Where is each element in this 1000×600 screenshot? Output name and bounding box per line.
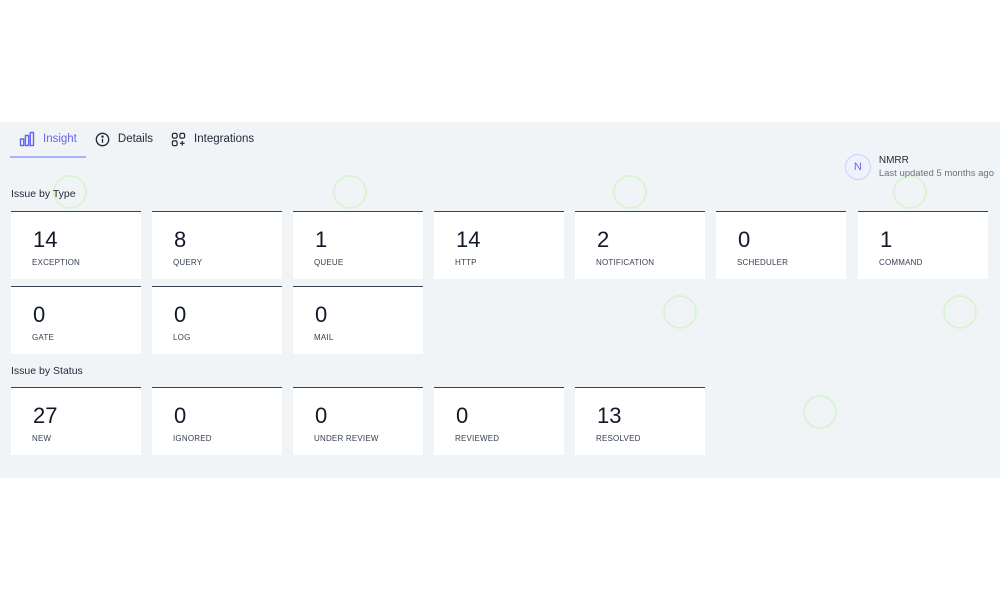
stat-label: COMMAND — [879, 258, 923, 267]
tab-insight-label: Insight — [43, 133, 77, 145]
stat-value: 0 — [174, 302, 187, 327]
stat-value: 0 — [738, 227, 751, 252]
tab-bar: Insight Details Integrations — [10, 122, 263, 158]
stat-value: 0 — [33, 302, 46, 327]
stat-value: 27 — [33, 403, 58, 428]
stat-label: EXCEPTION — [32, 258, 81, 267]
info-icon — [95, 132, 110, 147]
stat-card-new[interactable]: 27 NEW — [11, 387, 141, 455]
stat-label: GATE — [32, 333, 54, 342]
stat-label: QUERY — [173, 258, 203, 267]
tab-details[interactable]: Details — [86, 122, 162, 158]
tab-details-label: Details — [117, 133, 154, 145]
stat-card-exception[interactable]: 14 EXCEPTION — [11, 211, 141, 279]
user-name: NMRR — [878, 155, 909, 166]
stat-value: 0 — [174, 403, 187, 428]
stat-value: 0 — [315, 403, 328, 428]
stat-card-mail[interactable]: 0 MAIL — [293, 286, 423, 354]
stat-label: NOTIFICATION — [596, 258, 655, 267]
stat-label: HTTP — [455, 258, 477, 267]
tab-insight[interactable]: Insight — [10, 122, 86, 158]
stat-card-ignored[interactable]: 0 IGNORED — [152, 387, 282, 455]
stat-card-queue[interactable]: 1 QUEUE — [293, 211, 423, 279]
stat-label: REVIEWED — [455, 434, 500, 443]
stat-value: 2 — [597, 227, 610, 252]
stat-label: IGNORED — [173, 434, 212, 443]
stat-card-scheduler[interactable]: 0 SCHEDULER — [716, 211, 846, 279]
stat-label: MAIL — [314, 333, 334, 342]
stat-card-command[interactable]: 1 COMMAND — [858, 211, 988, 279]
stat-value: 1 — [315, 227, 328, 252]
stat-card-log[interactable]: 0 LOG — [152, 286, 282, 354]
section-title-issue-by-type: Issue by Type — [11, 188, 76, 200]
stat-card-notification[interactable]: 2 NOTIFICATION — [575, 211, 705, 279]
last-updated-text: Last updated 5 months ago — [878, 168, 994, 179]
avatar[interactable]: N — [844, 154, 871, 180]
stat-value: 0 — [315, 302, 328, 327]
stat-label: RESOLVED — [596, 434, 641, 443]
stat-label: NEW — [32, 434, 52, 443]
stat-value: 1 — [880, 227, 893, 252]
stat-card-http[interactable]: 14 HTTP — [434, 211, 564, 279]
stat-value: 14 — [33, 227, 58, 252]
stat-card-reviewed[interactable]: 0 REVIEWED — [434, 387, 564, 455]
insight-panel: Insight Details Integrations N NMRR Last… — [0, 122, 1000, 478]
stat-value: 0 — [456, 403, 469, 428]
tab-integrations-label: Integrations — [194, 133, 255, 145]
stat-value: 13 — [597, 403, 622, 428]
tab-integrations[interactable]: Integrations — [162, 122, 263, 158]
stat-card-query[interactable]: 8 QUERY — [152, 211, 282, 279]
stat-label: SCHEDULER — [737, 258, 789, 267]
stat-label: LOG — [173, 333, 191, 342]
stat-value: 14 — [456, 227, 481, 252]
user-info: N NMRR Last updated 5 months ago — [844, 154, 994, 180]
stat-card-under-review[interactable]: 0 UNDER REVIEW — [293, 387, 423, 455]
bar-chart-icon — [19, 131, 35, 147]
stat-label: QUEUE — [314, 258, 344, 267]
stat-card-gate[interactable]: 0 GATE — [11, 286, 141, 354]
section-title-issue-by-status: Issue by Status — [11, 365, 83, 377]
stat-label: UNDER REVIEW — [314, 434, 379, 443]
stat-value: 8 — [174, 227, 187, 252]
stat-card-resolved[interactable]: 13 RESOLVED — [575, 387, 705, 455]
grid-plus-icon — [171, 132, 186, 147]
